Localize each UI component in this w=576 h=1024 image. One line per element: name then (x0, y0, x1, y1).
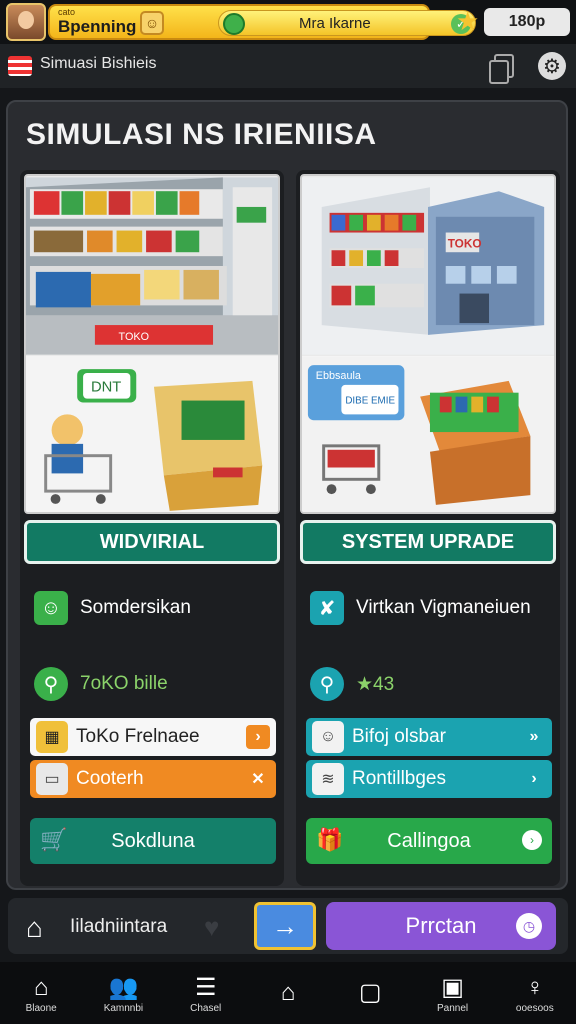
crate-scene: Ebbsaula DIBE EMIE (302, 356, 554, 512)
list-icon: ☰ (194, 973, 217, 1001)
chevron-right-icon: › (246, 725, 270, 749)
left-row-1[interactable]: ☺ Somdersikan (34, 588, 191, 628)
menu-cooterh[interactable]: ▭ Cooterh ✕ (30, 760, 276, 798)
nav-item-kamnnbi[interactable]: 👥 Kamnnbi (82, 962, 164, 1024)
bubble-text: DNT (91, 380, 121, 396)
action-bar-label: Iiladniintara (70, 916, 168, 937)
chevron-right-icon: › (531, 770, 537, 787)
right-row-1-label: Virtkan Vigmaneiuen (356, 597, 531, 618)
menu-cooterh-label: Cooterh (76, 768, 144, 789)
bubble-title: Ebbsaula (316, 370, 362, 382)
gold-coin-icon: ☺ (140, 11, 164, 35)
individual-button[interactable]: WIDVIRIAL (24, 520, 280, 564)
person-pin-icon: ♀ (525, 973, 544, 1001)
menu-rontillbges[interactable]: ≋ Rontillbges › (306, 760, 552, 798)
tools-icon: ✘ (310, 591, 344, 625)
bubble-body: DIBE EMIE (345, 396, 395, 407)
mission-pill[interactable]: Mra Ikarne ✓ (218, 10, 476, 36)
close-icon: ✕ (251, 771, 265, 788)
player-name: Bpenning (58, 17, 137, 36)
arrow-circle-icon: › (522, 830, 542, 850)
right-row-1[interactable]: ✘ Virtkan Vigmaneiuen (310, 588, 531, 628)
nav-label: ooesoos (515, 1002, 554, 1014)
player-small-label: cato (58, 7, 76, 17)
nav-label: Chasel (190, 1002, 222, 1014)
store-building-illustration[interactable]: TOKO Ebbsaula DIBE EMIE (300, 174, 556, 514)
player-avatar[interactable] (6, 3, 46, 41)
menu-bifoj-olsbar-label: Bifoj olsbar (352, 726, 446, 747)
arrow-right-icon: → (272, 910, 298, 941)
star-icon: ★ (456, 6, 480, 36)
score-display: 180p (484, 8, 570, 36)
clock-icon: ◷ (516, 913, 542, 939)
chevron-right-icon: » (529, 728, 539, 745)
menu-toko-frelnaee[interactable]: ▦ ToKo Frelnaee › (30, 718, 276, 756)
search-icon: ⚲ (34, 667, 68, 701)
search-icon: ⚲ (310, 667, 344, 701)
home-outline-icon[interactable]: ⌂ (26, 912, 43, 944)
nav-item-home[interactable]: ⌂ (247, 962, 329, 1024)
bottom-navigation: ⌂ Blaone 👥 Kamnnbi ☰ Chasel ⌂ ▢ ▣ Pannel… (0, 962, 576, 1024)
nav-label: Pannel (436, 1002, 469, 1014)
right-column: TOKO Ebbsaula DIBE EMIE SYSTEM UPRADE ✘ … (296, 170, 560, 886)
sokdluna-label: Sokdluna (111, 829, 195, 852)
flag-icon (8, 56, 32, 76)
green-dot-icon (223, 13, 245, 35)
profile-card-icon: ☺ (312, 721, 344, 753)
cart-scene: DNT (26, 356, 278, 512)
copy-icon[interactable] (489, 54, 514, 84)
panel-title: SIMULASI NS IRIENIISA (26, 118, 377, 151)
gift-icon: 🎁 (316, 827, 344, 852)
prrctan-button[interactable]: Prrctan ◷ (326, 902, 556, 950)
system-upgrade-button[interactable]: SYSTEM UPRADE (300, 520, 556, 564)
panel-icon: ▣ (441, 973, 464, 1001)
nav-label: Kamnnbi (103, 1002, 144, 1014)
callingoa-label: Callingoa (387, 829, 471, 852)
layers-icon: ≋ (312, 763, 344, 795)
nav-item-chasel[interactable]: ☰ Chasel (165, 962, 247, 1024)
app-title: Simuasi Bishieis (40, 55, 157, 72)
right-row-2-label: ★43 (356, 673, 395, 695)
left-row-2[interactable]: ⚲ 7oKO bille (34, 664, 168, 704)
menu-toko-frelnaee-label: ToKo Frelnaee (76, 726, 200, 747)
shelf-sign-text: TOKO (119, 331, 149, 343)
menu-rontillbges-label: Rontillbges (352, 768, 446, 789)
left-column: TOKO DNT WIDVIRIAL ☺ Somdersikan ⚲ 7oKO … (20, 170, 284, 886)
shelf-scene: TOKO (26, 177, 278, 355)
nav-item-blaone[interactable]: ⌂ Blaone (0, 962, 82, 1024)
top-status-bar: cato Bpenning ☺ Mra Ikarne ✓ ★ 180p (0, 0, 576, 44)
mission-pill-text: Mra Ikarne (299, 15, 371, 32)
face-icon: ☺ (34, 591, 68, 625)
cart-icon: 🛒 (40, 827, 68, 852)
building-scene: TOKO (302, 177, 554, 355)
store-shelf-illustration[interactable]: TOKO DNT (24, 174, 280, 514)
left-row-2-label: 7oKO bille (80, 673, 168, 694)
square-icon: ▢ (358, 979, 382, 1006)
left-row-1-label: Somdersikan (80, 597, 191, 618)
grid-apps-icon: ▦ (36, 721, 68, 753)
heart-icon[interactable]: ♥ (204, 912, 219, 943)
sokdluna-button[interactable]: 🛒 Sokdluna (30, 818, 276, 864)
player-banner[interactable]: cato Bpenning ☺ Mra Ikarne ✓ (48, 4, 476, 40)
nav-label: Blaone (25, 1002, 57, 1014)
title-bar: Simuasi Bishieis ⚙ (0, 44, 576, 88)
nav-item-pannel[interactable]: ▣ Pannel (411, 962, 493, 1024)
menu-bifoj-olsbar[interactable]: ☺ Bifoj olsbar » (306, 718, 552, 756)
nav-item-ooesoos[interactable]: ♀ ooesoos (494, 962, 576, 1024)
building-sign-text: TOKO (448, 236, 482, 250)
home-outline-icon: ⌂ (280, 979, 296, 1006)
box-icon: ▭ (36, 763, 68, 795)
next-arrow-button[interactable]: → (254, 902, 316, 950)
callingoa-button[interactable]: 🎁 Callingoa › (306, 818, 552, 864)
people-icon: 👥 (108, 973, 139, 1001)
simulation-panel: SIMULASI NS IRIENIISA TOKO DNT WIDVIRIAL… (6, 100, 568, 890)
gear-icon[interactable]: ⚙ (538, 52, 566, 80)
action-bar: ⌂ Iiladniintara ♥ → Prrctan ◷ (8, 898, 568, 954)
nav-item-square[interactable]: ▢ (329, 962, 411, 1024)
house-icon: ⌂ (33, 973, 49, 1001)
prrctan-label: Prrctan (405, 913, 477, 938)
right-row-2[interactable]: ⚲ ★43 (310, 664, 394, 704)
